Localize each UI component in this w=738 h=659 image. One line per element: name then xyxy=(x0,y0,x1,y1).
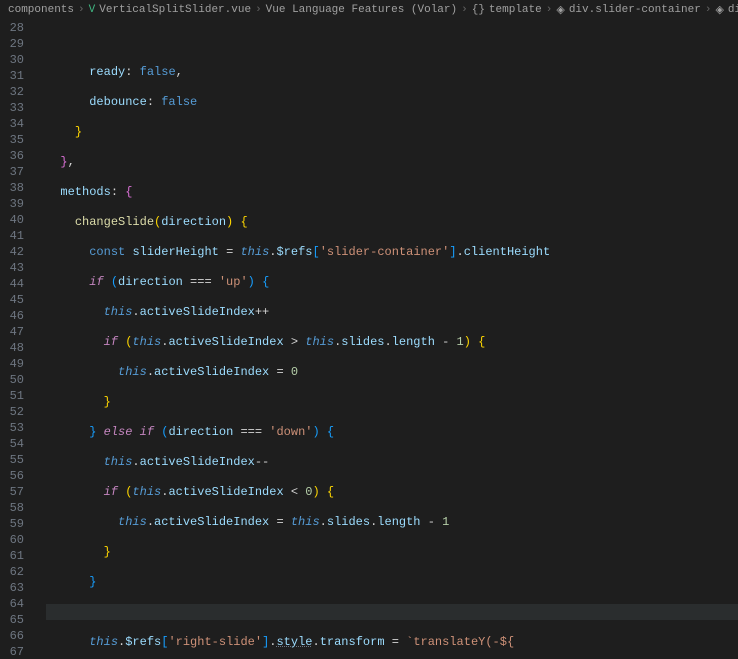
code-token: activeSlideIndex xyxy=(154,365,269,379)
code-token: activeSlideIndex xyxy=(168,335,283,349)
code-token: false xyxy=(161,95,197,109)
code-token: activeSlideIndex xyxy=(140,455,255,469)
code-token: activeSlideIndex xyxy=(154,515,269,529)
code-token: clientHeight xyxy=(464,245,550,259)
breadcrumb[interactable]: components › V VerticalSplitSlider.vue ›… xyxy=(0,0,738,20)
code-token: 'down' xyxy=(269,425,312,439)
code-token: length xyxy=(392,335,435,349)
braces-icon: {} xyxy=(472,4,485,16)
code-token: 'up' xyxy=(219,275,248,289)
code-token: methods xyxy=(60,185,110,199)
code-token: transform xyxy=(320,635,385,649)
tag-icon: ◈ xyxy=(715,3,723,17)
code-token: activeSlideIndex xyxy=(168,485,283,499)
code-token: slides xyxy=(341,335,384,349)
chevron-right-icon: › xyxy=(461,4,468,16)
code-token: style xyxy=(276,635,312,649)
code-token: changeSlide xyxy=(75,215,154,229)
code-token: length xyxy=(377,515,420,529)
code-token: sliderHeight xyxy=(132,245,218,259)
breadcrumb-item[interactable]: div.slider-container xyxy=(569,4,701,16)
code-token: slides xyxy=(327,515,370,529)
code-content[interactable]: ready: false, debounce: false } }, metho… xyxy=(46,20,738,650)
breadcrumb-item[interactable]: VerticalSplitSlider.vue xyxy=(99,4,251,16)
code-token: direction xyxy=(161,215,226,229)
code-token: activeSlideIndex xyxy=(140,305,255,319)
breadcrumb-item[interactable]: template xyxy=(489,4,542,16)
code-token: 0 xyxy=(291,365,298,379)
tag-icon: ◈ xyxy=(556,3,564,17)
chevron-right-icon: › xyxy=(255,4,262,16)
breadcrumb-item[interactable]: Vue Language Features (Volar) xyxy=(266,4,457,16)
breadcrumb-item[interactable]: components xyxy=(8,4,74,16)
code-token: ready xyxy=(89,65,125,79)
breadcrumb-item[interactable]: div.right-slide xyxy=(728,4,738,16)
vue-icon: V xyxy=(89,4,96,16)
code-token: debounce xyxy=(89,95,147,109)
line-number-gutter: 2829303132333435363738394041424344454647… xyxy=(0,20,34,650)
code-token: 1 xyxy=(442,515,449,529)
chevron-right-icon: › xyxy=(546,4,553,16)
code-token: false xyxy=(140,65,176,79)
chevron-right-icon: › xyxy=(78,4,85,16)
fold-gutter[interactable] xyxy=(34,20,46,650)
code-token: const xyxy=(89,245,125,259)
chevron-right-icon: › xyxy=(705,4,712,16)
code-token: 'slider-container' xyxy=(320,245,450,259)
code-editor[interactable]: 2829303132333435363738394041424344454647… xyxy=(0,20,738,650)
code-token: translateY(-${ xyxy=(413,635,514,649)
code-token: 'right-slide' xyxy=(168,635,262,649)
